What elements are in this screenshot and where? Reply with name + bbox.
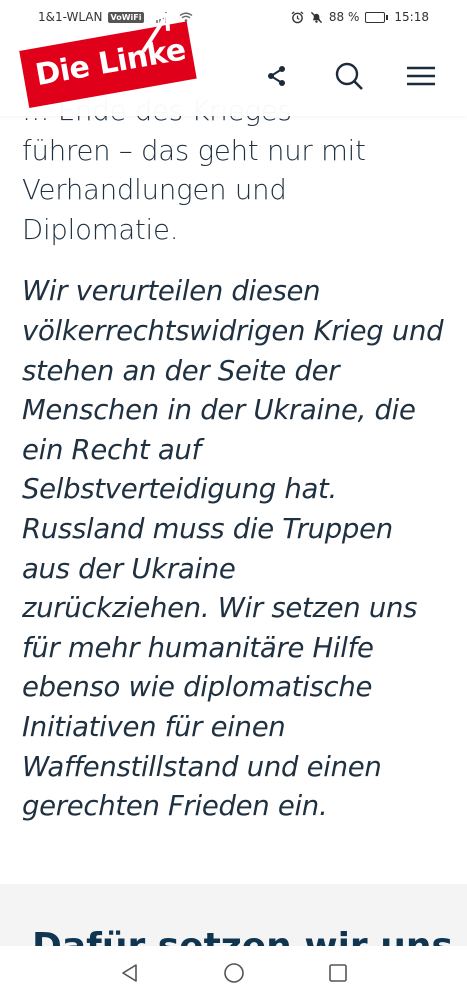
mute-icon xyxy=(310,11,323,23)
system-nav-bar xyxy=(0,946,467,1000)
text-line: für mehr humanitäre Hilfe xyxy=(22,631,374,664)
text-line: Wir verurteilen diesen xyxy=(22,275,321,308)
home-icon xyxy=(223,963,244,983)
text-line: führen – das geht nur mit xyxy=(22,134,366,167)
carrier-label: 1&1-WLAN xyxy=(38,10,103,24)
back-button[interactable] xyxy=(117,960,143,986)
text-line: Waffenstillstand und einen xyxy=(22,750,382,783)
home-button[interactable] xyxy=(221,960,247,986)
battery-icon xyxy=(365,11,389,23)
recents-icon xyxy=(328,964,347,982)
text-line: Russland muss die Truppen xyxy=(22,512,393,545)
text-line: aus der Ukraine xyxy=(22,552,236,585)
article-body: … Ende des Kriegesführen – das geht nur … xyxy=(22,92,452,827)
battery-percent: 88 % xyxy=(328,10,360,24)
text-line: Diplomatie. xyxy=(22,213,179,246)
recents-button[interactable] xyxy=(325,960,351,986)
text-line: gerechten Frieden ein. xyxy=(22,790,328,823)
text-line: zurückziehen. Wir setzen uns xyxy=(22,592,418,625)
text-line: stehen an der Seite der xyxy=(22,354,340,387)
header-actions xyxy=(261,60,437,92)
text-line: völkerrechtswidrigen Krieg und xyxy=(22,314,444,347)
text-line: Selbstverteidigung hat. xyxy=(22,473,337,506)
search-button[interactable] xyxy=(333,60,365,92)
menu-button[interactable] xyxy=(405,60,437,92)
text-line: Initiativen für einen xyxy=(22,710,286,743)
clock: 15:18 xyxy=(394,10,429,24)
text-line: ebenso wie diplomatische xyxy=(22,671,373,704)
share-button[interactable] xyxy=(261,60,293,92)
text-line: Menschen in der Ukraine, die xyxy=(22,394,416,427)
menu-icon xyxy=(407,66,435,86)
back-icon xyxy=(121,964,137,982)
text-line: ein Recht auf xyxy=(22,433,201,466)
alarm-icon xyxy=(291,10,304,23)
share-icon xyxy=(268,66,285,86)
text-line: Verhandlungen und xyxy=(22,174,287,207)
status-right: 88 % 15:18 xyxy=(291,10,429,24)
paragraph-statement: Wir verurteilen diesen völkerrechtswidrig… xyxy=(22,272,452,826)
search-icon xyxy=(335,62,363,90)
status-bar: 1&1-WLAN VoWiFi 88 % 15:18 xyxy=(0,0,467,36)
logo-arrow-icon xyxy=(141,12,170,53)
